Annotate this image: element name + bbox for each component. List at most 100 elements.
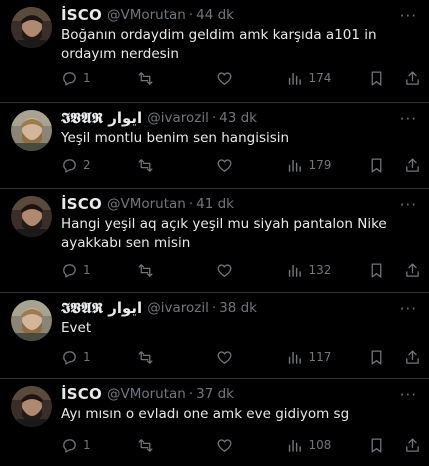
tweet[interactable]: İSCO @VMorutan · 37 dk ··· Ayı mısın o e…: [0, 379, 429, 466]
views-button[interactable]: 132: [286, 262, 368, 279]
reply-icon: [63, 438, 76, 453]
timestamp[interactable]: 44 dk: [196, 7, 234, 23]
reply-count: 1: [83, 438, 91, 452]
views-button[interactable]: 174: [286, 70, 368, 87]
views-icon: [289, 439, 302, 452]
display-name[interactable]: İSCO: [61, 195, 102, 213]
tweet[interactable]: İSCO @VMorutan · 41 dk ··· Hangi yeşil a…: [0, 189, 429, 293]
tweet-header: İSCO @VMorutan · 37 dk: [61, 384, 399, 404]
bookmark-button[interactable]: [368, 349, 404, 366]
like-icon: [217, 158, 231, 172]
view-count: 179: [308, 158, 332, 172]
share-button[interactable]: [404, 437, 421, 454]
tweet-header: 𝕴𝖁𝕬𝕽 ايوار @ivarozil · 43 dk: [61, 108, 399, 128]
share-button[interactable]: [404, 70, 421, 87]
tweet[interactable]: 𝕴𝖁𝕬𝕽 ايوار @ivarozil · 38 dk ··· Evet 1 …: [0, 293, 429, 379]
display-name[interactable]: 𝕴𝖁𝕬𝕽 ايوار: [61, 109, 142, 127]
bookmark-icon: [371, 262, 382, 278]
tweet-header: İSCO @VMorutan · 44 dk: [61, 5, 399, 25]
views-button[interactable]: 108: [286, 437, 368, 454]
retweet-icon: [138, 350, 153, 364]
reply-count: 2: [83, 158, 91, 172]
tweet[interactable]: 𝕴𝖁𝕬𝕽 ايوار @ivarozil · 43 dk ··· Yeşil m…: [0, 103, 429, 189]
more-icon[interactable]: ···: [400, 386, 417, 404]
view-count: 117: [308, 350, 332, 364]
retweet-button[interactable]: [137, 349, 216, 366]
display-name[interactable]: İSCO: [61, 385, 102, 403]
timestamp[interactable]: 43 dk: [219, 110, 257, 126]
tweet[interactable]: İSCO @VMorutan · 44 dk ··· Boğanın orday…: [0, 0, 429, 103]
timestamp[interactable]: 38 dk: [219, 300, 257, 316]
tweet-text: Ayı mısın o evladı one amk eve gidiyom s…: [61, 406, 350, 422]
more-icon[interactable]: ···: [400, 7, 417, 25]
reply-count: 1: [83, 263, 91, 277]
like-button[interactable]: [216, 349, 287, 366]
retweet-button[interactable]: [137, 262, 216, 279]
tweet-text: Yeşil montlu benim sen hangisisin: [61, 130, 290, 146]
handle[interactable]: @ivarozil: [147, 300, 209, 316]
reply-count: 1: [83, 71, 91, 85]
retweet-button[interactable]: [137, 157, 216, 174]
like-button[interactable]: [216, 70, 287, 87]
reply-button[interactable]: 2: [61, 157, 137, 174]
avatar[interactable]: [11, 110, 52, 151]
avatar[interactable]: [11, 196, 52, 237]
share-icon: [406, 262, 419, 277]
bookmark-button[interactable]: [368, 70, 404, 87]
views-button[interactable]: 117: [286, 349, 368, 366]
share-button[interactable]: [404, 157, 421, 174]
retweet-button[interactable]: [137, 70, 216, 87]
bookmark-icon: [371, 70, 382, 86]
reply-button[interactable]: 1: [61, 349, 137, 366]
more-icon[interactable]: ···: [400, 196, 417, 214]
tweet-header: 𝕴𝖁𝕬𝕽 ايوار @ivarozil · 38 dk: [61, 298, 399, 318]
display-name[interactable]: 𝕴𝖁𝕬𝕽 ايوار: [61, 299, 142, 317]
retweet-button[interactable]: [137, 437, 216, 454]
reply-count: 1: [83, 350, 91, 364]
more-icon[interactable]: ···: [400, 300, 417, 318]
share-icon: [406, 70, 419, 85]
bookmark-button[interactable]: [368, 262, 404, 279]
retweet-icon: [138, 158, 153, 172]
tweet-text: Hangi yeşil aq açık yeşil mu siyah panta…: [61, 216, 387, 251]
display-name[interactable]: İSCO: [61, 6, 102, 24]
bookmark-button[interactable]: [368, 437, 404, 454]
handle[interactable]: @VMorutan: [107, 386, 186, 402]
reply-button[interactable]: 1: [61, 437, 137, 454]
action-bar: 1 132: [61, 260, 421, 280]
bookmark-button[interactable]: [368, 157, 404, 174]
reply-icon: [63, 158, 76, 173]
like-button[interactable]: [216, 157, 287, 174]
like-button[interactable]: [216, 262, 287, 279]
reply-icon: [63, 263, 76, 278]
action-bar: 1 117: [61, 347, 421, 367]
timestamp[interactable]: 37 dk: [196, 386, 234, 402]
avatar[interactable]: [11, 386, 52, 427]
more-icon[interactable]: ···: [400, 110, 417, 128]
handle[interactable]: @ivarozil: [147, 110, 209, 126]
tweet-header: İSCO @VMorutan · 41 dk: [61, 194, 399, 214]
action-bar: 1 108: [61, 435, 421, 455]
reply-button[interactable]: 1: [61, 70, 137, 87]
reply-button[interactable]: 1: [61, 262, 137, 279]
timestamp[interactable]: 41 dk: [196, 196, 234, 212]
handle[interactable]: @VMorutan: [107, 7, 186, 23]
share-button[interactable]: [404, 262, 421, 279]
avatar[interactable]: [11, 7, 52, 48]
share-button[interactable]: [404, 349, 421, 366]
like-icon: [217, 438, 231, 452]
bookmark-icon: [371, 437, 382, 453]
views-icon: [289, 264, 302, 277]
like-icon: [217, 263, 231, 277]
views-button[interactable]: 179: [286, 157, 368, 174]
share-icon: [406, 437, 419, 452]
separator: ·: [211, 300, 217, 316]
avatar[interactable]: [11, 300, 52, 341]
like-icon: [217, 71, 231, 85]
like-button[interactable]: [216, 437, 287, 454]
handle[interactable]: @VMorutan: [107, 196, 186, 212]
views-icon: [289, 159, 302, 172]
share-icon: [406, 349, 419, 364]
separator: ·: [188, 196, 194, 212]
retweet-icon: [138, 71, 153, 85]
